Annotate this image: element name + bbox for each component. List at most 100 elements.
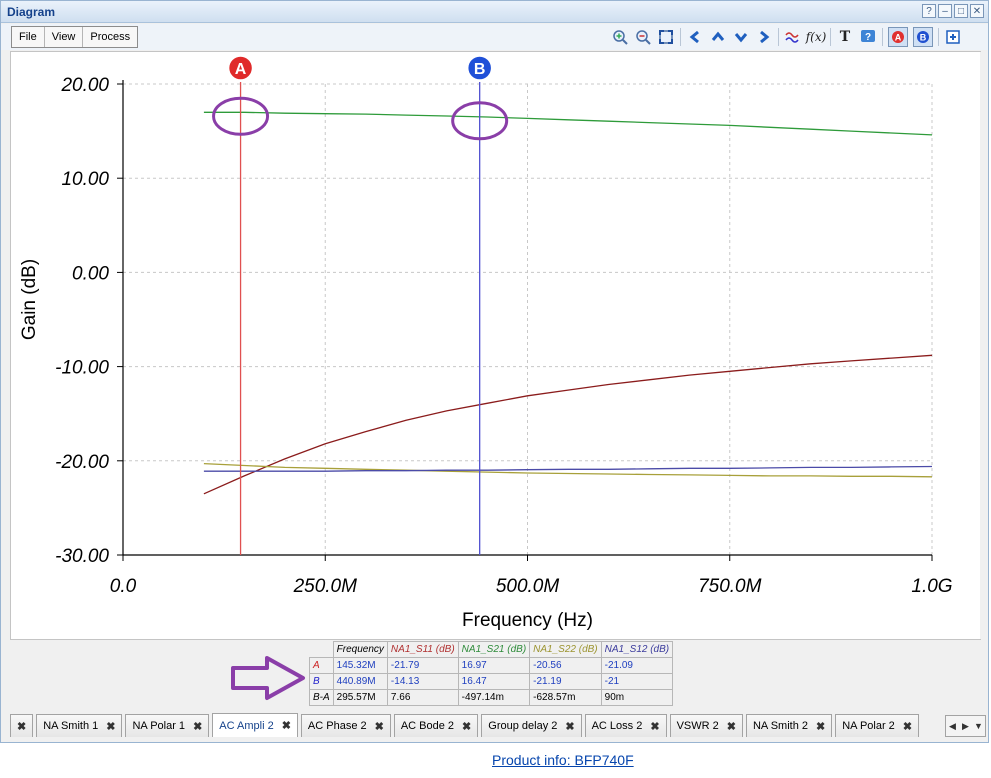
y-tick-label: -30.00 xyxy=(55,546,109,567)
y-tick-label: 0.00 xyxy=(72,263,109,284)
tab-na-polar-2[interactable]: NA Polar 2 ✖ xyxy=(835,714,920,737)
table-row: A 145.32M -21.79 16.97 -20.56 -21.09 xyxy=(309,657,674,674)
col-s22: NA1_S22 (dB) xyxy=(529,641,602,658)
toolbar: File View Process f(x) T ? A B xyxy=(1,24,988,50)
tab-ac-bode-2[interactable]: AC Bode 2 ✖ xyxy=(393,714,479,737)
table-cell: 295.57M xyxy=(332,689,388,706)
series-line-1 xyxy=(203,111,933,136)
minimize-button[interactable]: – xyxy=(938,4,952,18)
cursor-label-b: B xyxy=(474,61,486,78)
tab-label: AC Loss 2 xyxy=(591,720,643,732)
cursor-a-icon[interactable]: A xyxy=(888,27,908,47)
add-icon[interactable] xyxy=(944,28,962,46)
table-cell: 16.47 xyxy=(457,673,531,690)
marker-table-corner xyxy=(310,642,334,658)
close-icon[interactable]: ✖ xyxy=(282,719,291,732)
product-info-link[interactable]: Product info: BFP740F xyxy=(492,752,634,768)
text-icon[interactable]: T xyxy=(836,28,854,46)
x-tick-label: 750.0M xyxy=(698,576,762,597)
table-cell: -20.56 xyxy=(529,657,602,674)
arrow-annotation xyxy=(231,656,305,700)
menu-file[interactable]: File xyxy=(12,27,45,47)
close-button[interactable]: ✕ xyxy=(970,4,984,18)
arrow-right-icon[interactable] xyxy=(755,28,773,46)
toolbar-separator xyxy=(938,28,939,46)
tab-ac-phase-2[interactable]: AC Phase 2 ✖ xyxy=(300,714,391,737)
tab-navigation: ◀ ▶ ▼ xyxy=(945,715,986,737)
table-cell: -628.57m xyxy=(529,689,602,706)
tab-close-only[interactable]: ✖ xyxy=(10,714,34,737)
tab-label: AC Phase 2 xyxy=(307,720,367,732)
col-s12: NA1_S12 (dB) xyxy=(600,641,674,658)
table-cell: 440.89M xyxy=(332,673,388,690)
table-cell: 145.32M xyxy=(332,657,388,674)
table-cell: -497.14m xyxy=(457,689,531,706)
tab-scroll-left-icon[interactable]: ◀ xyxy=(946,716,959,736)
tab-na-smith-1[interactable]: NA Smith 1 ✖ xyxy=(36,714,123,737)
vertical-scrollbar[interactable] xyxy=(980,52,988,639)
window-controls: ? – □ ✕ xyxy=(922,4,984,18)
close-icon[interactable]: ✖ xyxy=(17,720,26,733)
x-tick-label: 500.0M xyxy=(496,576,560,597)
arrow-up-icon[interactable] xyxy=(709,28,727,46)
tab-label: NA Polar 2 xyxy=(842,720,895,732)
tab-scroll-right-icon[interactable]: ▶ xyxy=(959,716,972,736)
svg-text:B: B xyxy=(920,33,927,43)
tab-group-delay-2[interactable]: Group delay 2 ✖ xyxy=(481,714,582,737)
gain-chart[interactable]: 20.00 10.00 0.00 -10.00 -20.00 -30.000.0 250.0… xyxy=(11,52,980,639)
zoom-fit-icon[interactable] xyxy=(657,28,675,46)
maximize-button[interactable]: □ xyxy=(954,4,968,18)
help-window-button[interactable]: ? xyxy=(922,4,936,18)
table-cell: -21.19 xyxy=(529,673,602,690)
close-icon[interactable]: ✖ xyxy=(903,720,912,733)
col-frequency: Frequency xyxy=(332,641,388,658)
tab-label: NA Smith 1 xyxy=(43,720,99,732)
close-icon[interactable]: ✖ xyxy=(106,720,115,733)
tab-list-icon[interactable]: ▼ xyxy=(972,716,985,736)
toolbar-separator xyxy=(680,28,681,46)
table-cell: 90m xyxy=(600,689,674,706)
y-tick-label: -20.00 xyxy=(55,452,109,473)
tab-na-polar-1[interactable]: NA Polar 1 ✖ xyxy=(125,714,210,737)
svg-text:?: ? xyxy=(865,32,871,43)
tab-na-smith-2[interactable]: NA Smith 2 ✖ xyxy=(745,714,833,737)
plot-area[interactable]: 20.00 10.00 0.00 -10.00 -20.00 -30.00 0.0 250.0… xyxy=(10,51,988,640)
menu-process[interactable]: Process xyxy=(83,27,137,47)
x-tick-label: 250.0M xyxy=(293,576,358,597)
toolbar-icons: f(x) T ? A B xyxy=(611,27,967,47)
tab-label: VSWR 2 xyxy=(676,720,719,732)
zoom-out-icon[interactable] xyxy=(634,28,652,46)
table-cell: -21.09 xyxy=(600,657,674,674)
arrow-down-icon[interactable] xyxy=(732,28,750,46)
close-icon[interactable]: ✖ xyxy=(816,720,825,733)
toolbar-separator xyxy=(830,28,831,46)
close-icon[interactable]: ✖ xyxy=(727,720,736,733)
tab-ac-ampli-2[interactable]: AC Ampli 2 ✖ xyxy=(212,713,298,737)
tab-vswr-2[interactable]: VSWR 2 ✖ xyxy=(669,714,743,737)
row-label-b: B xyxy=(309,673,334,690)
tab-ac-loss-2[interactable]: AC Loss 2 ✖ xyxy=(584,714,667,737)
row-label-b-minus-a: B-A xyxy=(309,689,334,706)
menu-view[interactable]: View xyxy=(45,27,84,47)
close-icon[interactable]: ✖ xyxy=(650,720,659,733)
close-icon[interactable]: ✖ xyxy=(565,720,574,733)
tab-label: AC Ampli 2 xyxy=(219,719,274,732)
x-tick-label: 0.0 xyxy=(110,576,137,597)
svg-text:A: A xyxy=(895,33,902,43)
toolbar-separator xyxy=(778,28,779,46)
wave-icon[interactable] xyxy=(784,28,802,46)
help-icon[interactable]: ? xyxy=(859,28,877,46)
row-label-a: A xyxy=(309,657,334,674)
table-cell: -21.79 xyxy=(386,657,459,674)
zoom-in-icon[interactable] xyxy=(611,28,629,46)
function-icon[interactable]: f(x) xyxy=(806,28,827,46)
arrow-left-icon[interactable] xyxy=(686,28,704,46)
y-tick-label: 10.00 xyxy=(61,169,109,190)
close-icon[interactable]: ✖ xyxy=(462,720,471,733)
close-icon[interactable]: ✖ xyxy=(193,720,202,733)
close-icon[interactable]: ✖ xyxy=(375,720,384,733)
x-axis-label: Frequency (Hz) xyxy=(462,610,593,631)
marker-table: Frequency NA1_S11 (dB) NA1_S21 (dB) NA1_… xyxy=(309,641,674,706)
menu-bar: File View Process xyxy=(11,26,139,48)
cursor-b-icon[interactable]: B xyxy=(913,27,933,47)
